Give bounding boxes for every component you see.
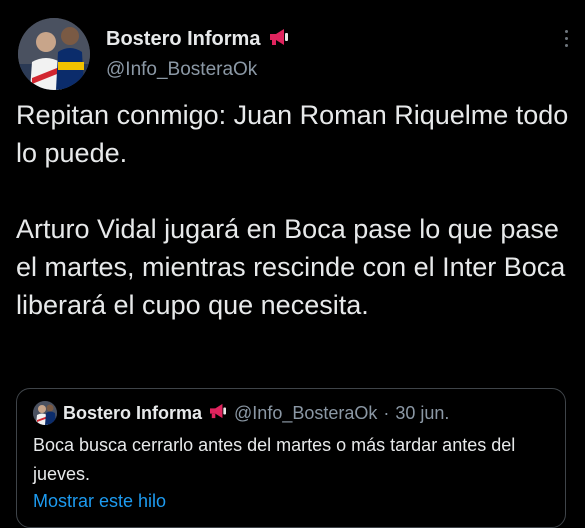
quoted-handle[interactable]: @Info_BosteraOk — [234, 403, 377, 424]
megaphone-icon — [208, 403, 228, 424]
meta-separator: · — [383, 402, 390, 423]
tweet-author: Bostero Informa @Info_BosteraOk — [106, 28, 290, 81]
tweet-text: Repitan conmigo: Juan Roman Riquelme tod… — [16, 100, 569, 320]
megaphone-icon — [268, 28, 290, 51]
quoted-display-name[interactable]: Bostero Informa — [63, 403, 202, 424]
quoted-avatar — [33, 401, 57, 425]
quoted-tweet-header: Bostero Informa @Info_BosteraOk · 30 jun… — [33, 401, 449, 425]
handle[interactable]: @Info_BosteraOk — [106, 59, 290, 81]
more-options-icon[interactable] — [561, 30, 571, 50]
show-thread-link[interactable]: Mostrar este hilo — [33, 491, 166, 512]
quoted-text: Boca busca cerrarlo antes del martes o m… — [33, 435, 516, 484]
quoted-tweet[interactable]: Bostero Informa @Info_BosteraOk · 30 jun… — [16, 388, 566, 528]
quoted-date[interactable]: 30 jun. — [395, 403, 449, 424]
display-name[interactable]: Bostero Informa — [106, 28, 260, 51]
avatar[interactable] — [18, 18, 90, 90]
